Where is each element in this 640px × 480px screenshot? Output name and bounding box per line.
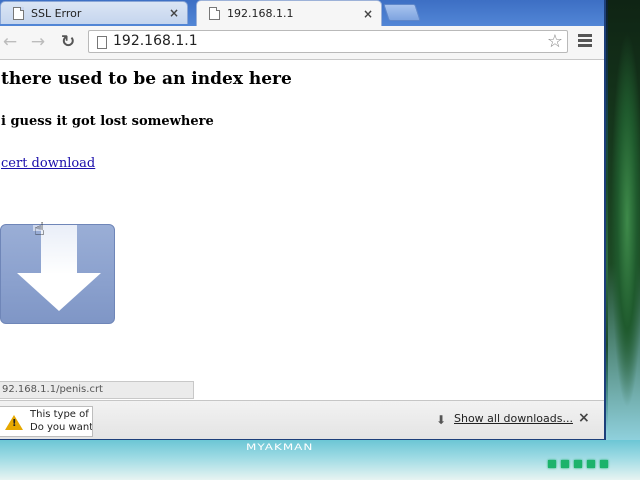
page-content: there used to be an index here i guess i… (0, 60, 604, 400)
address-bar[interactable]: 192.168.1.1 ☆ (88, 30, 568, 53)
tab-close-button[interactable]: × (361, 7, 375, 21)
browser-window: SSL Error × 192.168.1.1 × ← → ↻ 192.168.… (0, 0, 606, 440)
page-icon (13, 6, 24, 20)
tray-square-icon[interactable] (600, 460, 608, 468)
arrow-head (17, 273, 101, 311)
page-icon (209, 7, 220, 20)
tray-square-icon[interactable] (548, 460, 556, 468)
page-subheading: i guess it got lost somewhere (1, 114, 214, 129)
new-tab-button[interactable] (383, 4, 421, 21)
status-bubble: 92.168.1.1/penis.crt (0, 381, 194, 399)
toolbar: ← → ↻ 192.168.1.1 ☆ (0, 26, 604, 60)
arrow-stem (41, 225, 77, 275)
show-all-downloads-link[interactable]: Show all downloads... (454, 412, 573, 425)
tray-square-icon[interactable] (561, 460, 569, 468)
taskbar-tray-icons[interactable] (548, 460, 608, 468)
desktop-wallpaper-palm (608, 0, 640, 440)
tray-square-icon[interactable] (587, 460, 595, 468)
download-bar: ! This type of f Do you want ⬇ Show all … (0, 400, 604, 439)
download-warning-line1: This type of f (30, 409, 93, 420)
back-button[interactable]: ← (0, 32, 20, 52)
desktop-tray-text: MYAKMAN (246, 442, 314, 452)
reload-button[interactable]: ↻ (58, 32, 78, 52)
tab-title: 192.168.1.1 (227, 7, 294, 20)
star-icon[interactable]: ☆ (547, 31, 563, 52)
tab-ssl-error[interactable]: SSL Error × (0, 1, 188, 24)
cert-download-link[interactable]: cert download (1, 156, 95, 171)
download-item[interactable]: ! This type of f Do you want (0, 406, 93, 437)
tab-active[interactable]: 192.168.1.1 × (196, 0, 382, 26)
download-warning-line2: Do you want (30, 422, 93, 433)
tab-close-button[interactable]: × (167, 6, 181, 20)
desktop-wallpaper-beach (0, 440, 640, 480)
page-icon (97, 36, 107, 49)
hand-cursor-icon: ☝ (34, 219, 45, 240)
download-arrow-icon: ⬇ (436, 413, 447, 427)
url-text[interactable]: 192.168.1.1 (113, 33, 198, 49)
forward-button[interactable]: → (28, 32, 48, 52)
download-bar-close-button[interactable]: × (578, 410, 590, 426)
menu-icon[interactable] (578, 34, 592, 49)
tab-strip: SSL Error × 192.168.1.1 × (0, 0, 604, 26)
warning-mark: ! (12, 418, 17, 429)
tab-title: SSL Error (31, 6, 82, 20)
download-arrow-graphic[interactable] (0, 224, 115, 324)
page-heading: there used to be an index here (1, 69, 292, 89)
tray-square-icon[interactable] (574, 460, 582, 468)
